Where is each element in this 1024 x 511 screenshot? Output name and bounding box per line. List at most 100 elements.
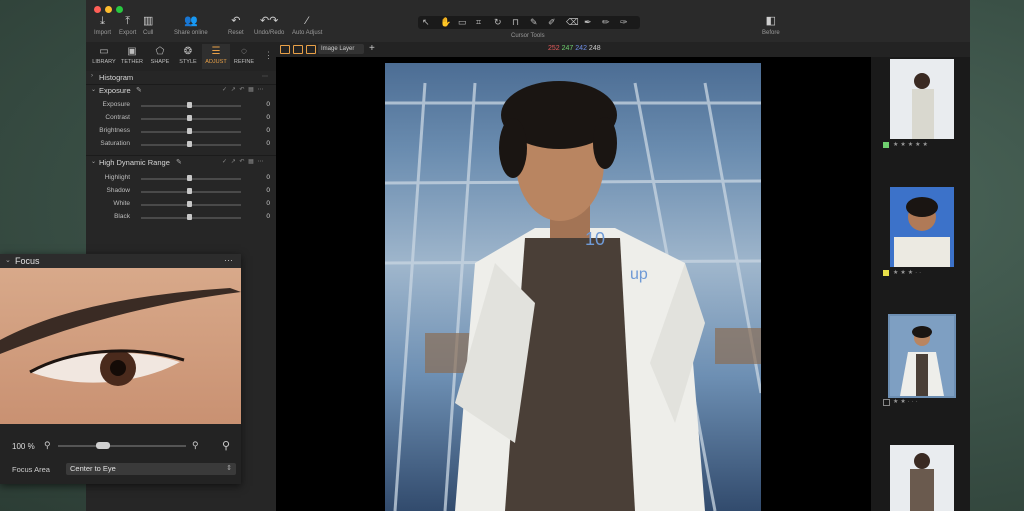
svg-text:up: up bbox=[630, 266, 648, 283]
section-tools-icons[interactable]: ✓ ↗ ↶ ▦ ⋯ bbox=[222, 158, 264, 165]
focus-panel: ⌄ Focus ⋯ 100 % ⚲ ⚲ ⚲ Focus Area Center … bbox=[0, 254, 241, 484]
add-layer-icon[interactable]: + bbox=[369, 43, 375, 54]
chevron-right-icon: › bbox=[91, 73, 93, 79]
brush-icon[interactable]: ✎ bbox=[530, 17, 538, 28]
zoom-window-button[interactable] bbox=[116, 6, 123, 13]
tab-library[interactable]: ▭ LIBRARY bbox=[90, 44, 118, 69]
search-icon[interactable]: ⚲ bbox=[222, 439, 230, 452]
zoom-slider-track[interactable] bbox=[58, 445, 186, 447]
cull-button[interactable]: ▥ Cull bbox=[143, 15, 153, 36]
pen-icon[interactable]: ✎ bbox=[176, 158, 182, 166]
undo-redo-button[interactable]: ↶↷ Undo/Redo bbox=[254, 15, 284, 36]
highlight-slider-row: Highlight 0 bbox=[104, 174, 270, 181]
clone-icon[interactable]: ✑ bbox=[620, 17, 628, 28]
slider-handle[interactable] bbox=[187, 115, 192, 121]
histogram-section-header[interactable]: › Histogram ⋯ bbox=[86, 72, 276, 84]
zoom-in-icon[interactable]: ⚲ bbox=[192, 440, 199, 451]
tab-adjust[interactable]: ☰ ADJUST bbox=[202, 44, 230, 69]
import-icon: ⤓ bbox=[100, 15, 105, 27]
thumbnail[interactable] bbox=[890, 59, 954, 139]
close-window-button[interactable] bbox=[94, 6, 101, 13]
more-icon[interactable]: ⋯ bbox=[224, 255, 233, 266]
tab-refine[interactable]: ◌ REFINE bbox=[230, 44, 258, 69]
before-button[interactable]: ◧ Before bbox=[762, 15, 780, 36]
slider-handle[interactable] bbox=[187, 188, 192, 194]
camera-icon: ▣ bbox=[127, 46, 137, 57]
thumbnail-image bbox=[890, 59, 954, 139]
keystone-icon[interactable]: ⊓ bbox=[512, 17, 519, 28]
select-cursor-icon[interactable]: ↖ bbox=[422, 17, 430, 28]
filmstrip: ★★★★★ ★★★·· ★★··· bbox=[871, 57, 970, 511]
divider bbox=[86, 155, 276, 156]
slider-handle[interactable] bbox=[187, 175, 192, 181]
reset-icon: ↶ bbox=[231, 15, 241, 27]
more-icon[interactable]: ⋯ bbox=[262, 73, 269, 80]
shadow-slider-row: Shadow 0 bbox=[106, 187, 270, 194]
focus-panel-header[interactable]: ⌄ Focus ⋯ bbox=[0, 254, 241, 268]
star-rating[interactable]: ★★★·· bbox=[893, 269, 923, 276]
zoom-slider-handle[interactable] bbox=[96, 442, 110, 449]
layer-select[interactable]: Image Layer bbox=[318, 44, 364, 54]
sliders-icon: ☰ bbox=[211, 46, 221, 57]
star-rating[interactable]: ★★··· bbox=[893, 398, 920, 405]
slider-handle[interactable] bbox=[187, 128, 192, 134]
chevron-down-icon: ⌄ bbox=[91, 87, 97, 93]
no-label-icon[interactable] bbox=[883, 399, 890, 406]
loupe-icon[interactable]: ▭ bbox=[458, 17, 467, 28]
viewer-toolbar: Image Layer + 252 247 242 248 bbox=[276, 42, 970, 57]
chevron-down-icon: ⌄ bbox=[91, 159, 97, 165]
main-photo[interactable]: 10 up bbox=[385, 63, 761, 511]
erase-icon[interactable]: ⌫ bbox=[566, 17, 579, 28]
chevron-down-icon: ⌄ bbox=[5, 257, 11, 264]
tool-tabs: ▭ LIBRARY ▣ TETHER ⬠ SHAPE ❂ STYLE ☰ ADJ… bbox=[86, 42, 276, 72]
green-label-icon[interactable] bbox=[883, 142, 889, 148]
exposure-section-header[interactable]: ⌄ Exposure ✎ ✓ ↗ ↶ ▦ ⋯ bbox=[86, 85, 276, 97]
pan-hand-icon[interactable]: ✋ bbox=[440, 17, 451, 28]
zoom-out-icon[interactable]: ⚲ bbox=[44, 440, 51, 451]
saturation-slider-row: Saturation 0 bbox=[100, 140, 270, 147]
auto-adjust-button[interactable]: ⁄ Auto Adjust bbox=[292, 15, 322, 36]
yellow-label-icon[interactable] bbox=[883, 270, 889, 276]
thumbnail-selected[interactable] bbox=[888, 314, 956, 398]
pen-icon[interactable]: ✎ bbox=[136, 86, 142, 94]
gradient-icon[interactable]: ✐ bbox=[548, 17, 556, 28]
focus-zoom-row: 100 % ⚲ ⚲ ⚲ bbox=[12, 439, 231, 452]
share-online-button[interactable]: 👥 Share online bbox=[174, 15, 208, 36]
picker-icon[interactable]: ✒ bbox=[584, 17, 592, 28]
heal-icon[interactable]: ✏ bbox=[602, 17, 610, 28]
import-button[interactable]: ⤓ Import bbox=[94, 15, 111, 36]
rotate-icon[interactable]: ↻ bbox=[494, 17, 502, 28]
reset-button[interactable]: ↶ Reset bbox=[228, 15, 244, 36]
image-viewer[interactable]: 10 up bbox=[276, 57, 871, 511]
before-after-icon: ◧ bbox=[765, 15, 777, 27]
more-tabs-icon[interactable]: ⋮ bbox=[264, 50, 273, 61]
slider-handle[interactable] bbox=[187, 201, 192, 207]
refine-icon: ◌ bbox=[241, 46, 247, 57]
thumbnail[interactable] bbox=[890, 187, 954, 267]
people-icon: 👥 bbox=[184, 15, 198, 27]
minimize-window-button[interactable] bbox=[105, 6, 112, 13]
tab-shape[interactable]: ⬠ SHAPE bbox=[146, 44, 174, 69]
crop-icon[interactable]: ⌗ bbox=[476, 17, 481, 28]
exposure-slider-row: Exposure 0 bbox=[102, 101, 270, 108]
folder-icon: ▭ bbox=[99, 46, 109, 57]
slider-handle[interactable] bbox=[187, 102, 192, 108]
star-rating[interactable]: ★★★★★ bbox=[893, 141, 930, 148]
compare-view-icon[interactable] bbox=[306, 45, 316, 54]
photo-illustration: 10 up bbox=[385, 81, 761, 511]
thumbnail-image bbox=[890, 187, 954, 267]
thumbnail[interactable] bbox=[890, 445, 954, 511]
focus-area-select[interactable]: Center to Eye ⇕ bbox=[66, 463, 236, 475]
tab-tether[interactable]: ▣ TETHER bbox=[118, 44, 146, 69]
export-button[interactable]: ⤒ Export bbox=[119, 15, 136, 36]
grid-view-icon[interactable] bbox=[280, 45, 290, 54]
tab-style[interactable]: ❂ STYLE bbox=[174, 44, 202, 69]
magic-wand-icon: ⁄ bbox=[306, 15, 309, 27]
focus-preview[interactable] bbox=[0, 268, 241, 424]
single-view-icon[interactable] bbox=[293, 45, 303, 54]
section-tools-icons[interactable]: ✓ ↗ ↶ ▦ ⋯ bbox=[222, 86, 264, 93]
slider-handle[interactable] bbox=[187, 214, 192, 220]
undo-redo-icon: ↶↷ bbox=[259, 15, 279, 27]
slider-handle[interactable] bbox=[187, 141, 192, 147]
hdr-section-header[interactable]: ⌄ High Dynamic Range ✎ ✓ ↗ ↶ ▦ ⋯ bbox=[86, 157, 276, 169]
